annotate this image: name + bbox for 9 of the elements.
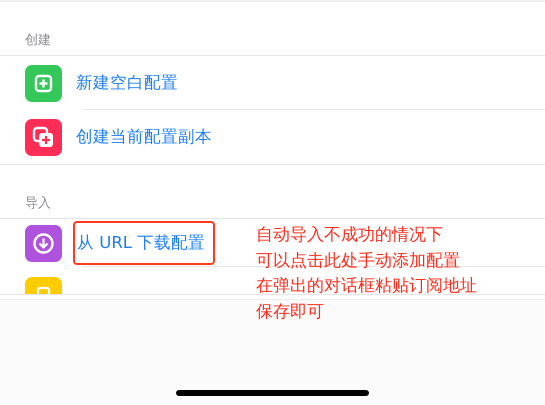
annotation-line: 可以点击此处手动添加配置	[256, 250, 461, 272]
menu-item[interactable]: 新建空白配置	[76, 72, 178, 94]
menu-item[interactable]: 创建当前配置副本	[76, 126, 212, 148]
annotation-line: 保存即可	[256, 300, 325, 324]
annotation-line: 自动导入不成功的情况下	[256, 224, 444, 247]
annotation-line: 在弹出的对话框粘贴订阅地址	[256, 275, 477, 298]
section-header: 导入	[25, 195, 51, 212]
section-header: 创建	[25, 32, 51, 49]
menu-item[interactable]: 从 URL 下载配置	[73, 221, 216, 265]
